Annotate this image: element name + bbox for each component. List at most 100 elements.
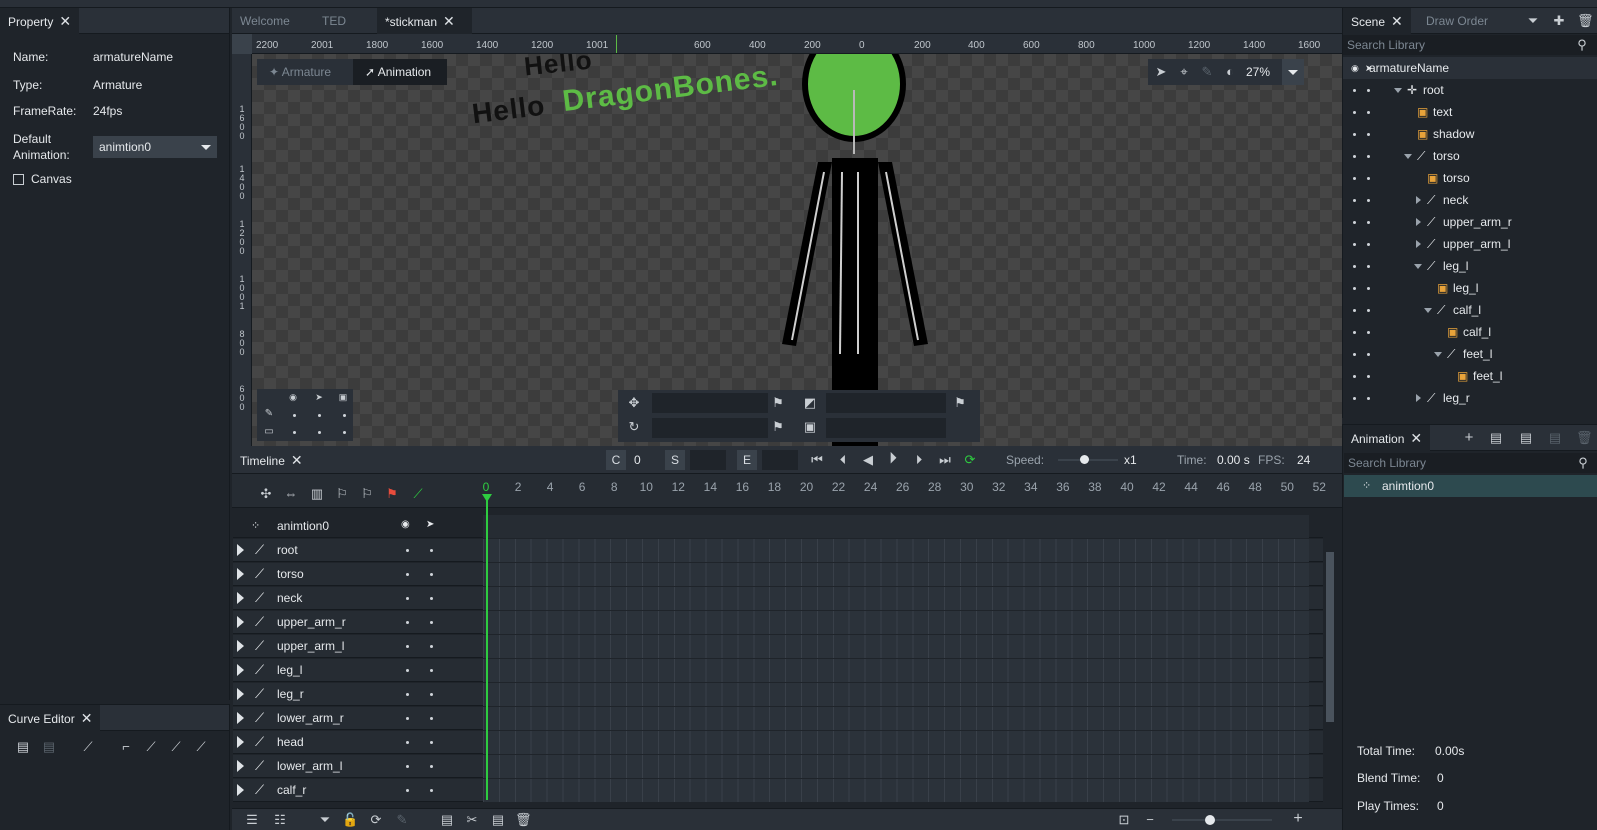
zoom-out-icon[interactable]: − — [1142, 812, 1158, 828]
copy-icon[interactable]: ▤ — [439, 812, 455, 828]
close-icon[interactable]: ✕ — [443, 8, 455, 34]
scene-tree-item[interactable]: ⟋ upper_arm_l — [1343, 233, 1597, 255]
frame-number[interactable]: 8 — [602, 480, 626, 494]
tab-animation[interactable]: Animation ✕ — [1343, 425, 1431, 451]
scale-field[interactable] — [826, 393, 946, 413]
play-icon[interactable]: ⏵ — [885, 451, 901, 467]
expand-icon[interactable] — [237, 664, 244, 676]
scene-tree-item[interactable]: ▣ torso — [1343, 167, 1597, 189]
frame-number[interactable]: 10 — [634, 480, 658, 494]
frame-number[interactable]: 38 — [1083, 480, 1107, 494]
expand-icon[interactable] — [237, 736, 244, 748]
track-visible-toggle[interactable] — [406, 741, 409, 744]
loop-icon[interactable]: ⟳ — [962, 452, 978, 468]
close-icon[interactable]: ✕ — [1410, 425, 1422, 451]
track-select-toggle[interactable] — [430, 717, 433, 720]
bone-tool-icon[interactable]: ✎ — [1199, 64, 1215, 80]
scene-tree-item[interactable]: ▣ shadow — [1343, 123, 1597, 145]
default-animation-select[interactable]: animtion0 — [93, 136, 217, 158]
track-select-toggle[interactable] — [430, 645, 433, 648]
position-field[interactable] — [652, 393, 768, 413]
track-visible-toggle[interactable] — [406, 765, 409, 768]
animation-list-item[interactable]: ⁘ animtion0 — [1344, 475, 1597, 497]
move-icon[interactable]: ✥ — [626, 395, 642, 411]
animation-mode-button[interactable]: ➚ Animation — [353, 59, 447, 85]
speed-slider-handle[interactable] — [1080, 455, 1089, 464]
scene-tree-item[interactable]: ▣ feet_l — [1343, 365, 1597, 387]
expand-icon[interactable] — [237, 688, 244, 700]
auto-key-icon[interactable]: ✣ — [258, 486, 274, 502]
expand-icon[interactable] — [1416, 218, 1421, 226]
onion-skin-icon[interactable]: ◐ — [1222, 64, 1238, 80]
list-icon[interactable]: ☰ — [244, 812, 260, 828]
visible-toggle[interactable] — [1353, 265, 1356, 268]
expand-icon[interactable] — [1416, 196, 1421, 204]
ease-in-icon[interactable]: ⟋ — [143, 739, 159, 755]
visible-toggle[interactable] — [1353, 177, 1356, 180]
timeline-track-row[interactable]: ⟋ leg_l — [233, 659, 1323, 682]
select-toggle[interactable] — [1367, 155, 1370, 158]
select-toggle[interactable] — [1367, 133, 1370, 136]
select-toggle[interactable] — [1367, 111, 1370, 114]
delete-icon[interactable]: 🗑 — [515, 812, 532, 828]
track-frame-grid[interactable] — [483, 707, 1309, 730]
expand-icon[interactable] — [237, 592, 244, 604]
skew-icon[interactable]: ▣ — [802, 419, 818, 435]
animation-search-input[interactable]: Search Library — [1344, 453, 1597, 473]
flag-icon[interactable]: ⚑ — [952, 395, 968, 411]
tab-scene[interactable]: Scene ✕ — [1343, 8, 1411, 34]
track-select-toggle[interactable] — [430, 765, 433, 768]
scene-tree-item[interactable]: ▣ calf_l — [1343, 321, 1597, 343]
select-toggle[interactable] — [1367, 265, 1370, 268]
frame-number[interactable]: 52 — [1307, 480, 1331, 494]
framerate-value[interactable]: 24fps — [93, 104, 122, 118]
collapse-icon[interactable] — [1404, 154, 1412, 159]
frame-number[interactable]: 4 — [538, 480, 562, 494]
track-frame-grid[interactable] — [483, 563, 1309, 586]
select-toggle[interactable] — [1367, 287, 1370, 290]
playhead-handle[interactable] — [482, 494, 492, 502]
timeline-zoom-slider[interactable] — [1172, 819, 1272, 821]
export-animation-icon[interactable]: ▤ — [1547, 430, 1563, 446]
tab-welcome[interactable]: Welcome — [232, 8, 304, 34]
rotation-field[interactable] — [652, 418, 768, 438]
prev-key-icon[interactable]: ⚐ — [334, 486, 350, 502]
ease-out-icon[interactable]: ⟋ — [168, 739, 184, 755]
bone-lock-toggle[interactable] — [343, 414, 346, 417]
interpolate-icon[interactable]: ⇔ — [283, 486, 299, 502]
frame-number[interactable]: 0 — [474, 480, 498, 494]
zoom-dropdown[interactable] — [1282, 59, 1304, 85]
visible-toggle[interactable] — [1353, 243, 1356, 246]
select-toggle[interactable] — [1367, 199, 1370, 202]
paste-icon[interactable]: ▤ — [41, 739, 57, 755]
frame-number[interactable]: 2 — [506, 480, 530, 494]
track-frame-grid[interactable] — [483, 755, 1309, 778]
track-visible-toggle[interactable] — [406, 789, 409, 792]
scale-icon[interactable]: ◩ — [802, 395, 818, 411]
track-select-toggle[interactable] — [430, 621, 433, 624]
close-icon[interactable]: ✕ — [1391, 8, 1403, 34]
playhead[interactable] — [486, 498, 488, 800]
track-select-toggle[interactable] — [430, 549, 433, 552]
track-frame-grid[interactable] — [483, 779, 1309, 802]
visible-toggle[interactable] — [1353, 89, 1356, 92]
name-value[interactable]: armatureName — [93, 50, 173, 64]
visible-toggle[interactable] — [1353, 375, 1356, 378]
visible-toggle[interactable] — [1353, 199, 1356, 202]
select-toggle[interactable] — [1367, 397, 1370, 400]
track-visible-toggle[interactable] — [406, 693, 409, 696]
frame-number[interactable]: 26 — [891, 480, 915, 494]
collapse-icon[interactable] — [1434, 352, 1442, 357]
select-toggle[interactable] — [1367, 221, 1370, 224]
track-frame-grid[interactable] — [483, 611, 1309, 634]
track-visible-toggle[interactable] — [406, 669, 409, 672]
list-detail-icon[interactable]: ☷ — [272, 812, 288, 828]
search-icon[interactable]: ⚲ — [1575, 455, 1591, 471]
expand-icon[interactable] — [1416, 240, 1421, 248]
tab-curve-editor[interactable]: Curve Editor ✕ — [0, 705, 101, 731]
visible-toggle[interactable] — [1353, 155, 1356, 158]
eye-icon[interactable]: ◉ — [1351, 57, 1359, 79]
track-select-toggle[interactable] — [430, 573, 433, 576]
filter-icon[interactable]: ⏷ — [1525, 13, 1541, 29]
delete-icon[interactable]: 🗑 — [1576, 430, 1593, 446]
